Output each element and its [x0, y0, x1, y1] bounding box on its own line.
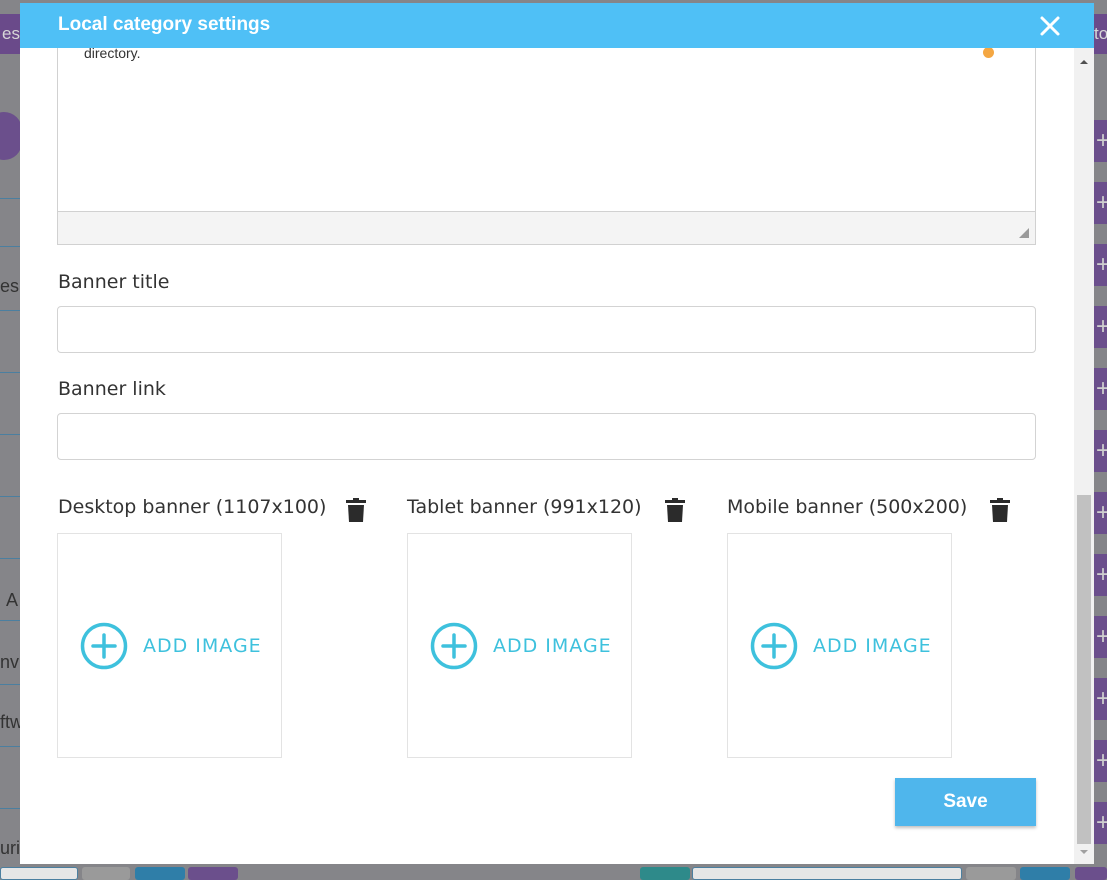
background-divider [0, 808, 20, 809]
background-divider [0, 496, 20, 497]
tablet-banner-upload[interactable]: ADD IMAGE [407, 533, 632, 758]
add-image-label: ADD IMAGE [143, 635, 262, 657]
background-divider [0, 246, 20, 247]
resize-grip-icon[interactable] [1019, 228, 1029, 238]
mobile-banner-upload[interactable]: ADD IMAGE [727, 533, 952, 758]
background-divider [0, 620, 20, 621]
plus-circle-icon [750, 622, 798, 670]
background-divider [0, 746, 20, 747]
tablet-banner-label: Tablet banner (991x120) [407, 496, 642, 518]
background-button [82, 867, 130, 880]
background-button [188, 867, 238, 880]
banner-title-input[interactable] [57, 306, 1036, 353]
plus-circle-icon [80, 622, 128, 670]
description-editor[interactable]: directory. [57, 38, 1036, 245]
background-left-column: es es A nvi ftw uri [0, 0, 23, 880]
trash-icon [346, 498, 366, 522]
modal-title: Local category settings [58, 14, 271, 35]
plus-circle-icon [430, 622, 478, 670]
background-tab-fragment: to [1094, 14, 1107, 54]
desktop-banner-label: Desktop banner (1107x100) [58, 496, 327, 518]
tablet-banner-delete-button[interactable] [665, 498, 685, 522]
trash-icon [665, 498, 685, 522]
editor-statusbar [58, 211, 1035, 244]
background-bottom-strip [0, 863, 1107, 880]
desktop-banner-delete-button[interactable] [346, 498, 366, 522]
mobile-banner-delete-button[interactable] [990, 498, 1010, 522]
background-button [966, 867, 1016, 880]
modal-body: directory. Banner title Banner link Desk… [20, 38, 1074, 864]
background-divider [0, 434, 20, 435]
background-plus-button: + [1094, 616, 1107, 658]
save-button[interactable]: Save [895, 778, 1036, 826]
close-icon [1040, 16, 1060, 36]
background-plus-button: + [1094, 244, 1107, 286]
background-plus-button: + [1094, 368, 1107, 410]
background-plus-button: + [1094, 120, 1107, 162]
background-text-fragment: uri [0, 838, 21, 858]
background-button [135, 867, 185, 880]
background-plus-button: + [1094, 430, 1107, 472]
background-plus-button: + [1094, 802, 1107, 844]
spellcheck-indicator-icon [983, 47, 994, 58]
background-input [0, 867, 78, 880]
background-divider [0, 372, 20, 373]
scroll-down-arrow-icon[interactable] [1074, 846, 1094, 858]
background-plus-button: + [1094, 182, 1107, 224]
add-image-control[interactable]: ADD IMAGE [750, 622, 932, 670]
background-plus-button: + [1094, 740, 1107, 782]
add-image-control[interactable]: ADD IMAGE [80, 622, 262, 670]
background-input [692, 867, 962, 880]
background-right-column: to + + + + + + + + + + + + [1094, 0, 1107, 880]
background-text-fragment: es [0, 276, 20, 296]
background-plus-button: + [1094, 306, 1107, 348]
background-plus-button: + [1094, 554, 1107, 596]
banner-title-label: Banner title [58, 271, 170, 293]
background-divider [0, 198, 20, 199]
background-button [1020, 867, 1070, 880]
mobile-banner-label: Mobile banner (500x200) [727, 496, 968, 518]
modal-scrollbar[interactable] [1074, 48, 1094, 864]
scroll-up-arrow-icon[interactable] [1074, 56, 1094, 68]
background-plus-button: + [1094, 492, 1107, 534]
background-divider [0, 558, 20, 559]
background-divider [0, 684, 20, 685]
add-image-control[interactable]: ADD IMAGE [430, 622, 612, 670]
background-plus-button: + [1094, 678, 1107, 720]
settings-modal: Local category settings directory. Banne… [20, 3, 1094, 864]
banner-link-input[interactable] [57, 413, 1036, 460]
close-button[interactable] [1036, 12, 1064, 40]
add-image-label: ADD IMAGE [813, 635, 932, 657]
desktop-banner-upload[interactable]: ADD IMAGE [57, 533, 282, 758]
add-image-label: ADD IMAGE [493, 635, 612, 657]
background-divider [0, 310, 20, 311]
background-button [640, 867, 690, 880]
trash-icon [990, 498, 1010, 522]
background-tab-fragment: es [0, 14, 20, 54]
background-text-fragment: A [6, 590, 19, 610]
banner-link-label: Banner link [58, 378, 166, 400]
background-avatar [0, 112, 22, 160]
modal-header: Local category settings [20, 3, 1094, 48]
background-button [1075, 867, 1107, 880]
scrollbar-thumb[interactable] [1077, 495, 1091, 844]
